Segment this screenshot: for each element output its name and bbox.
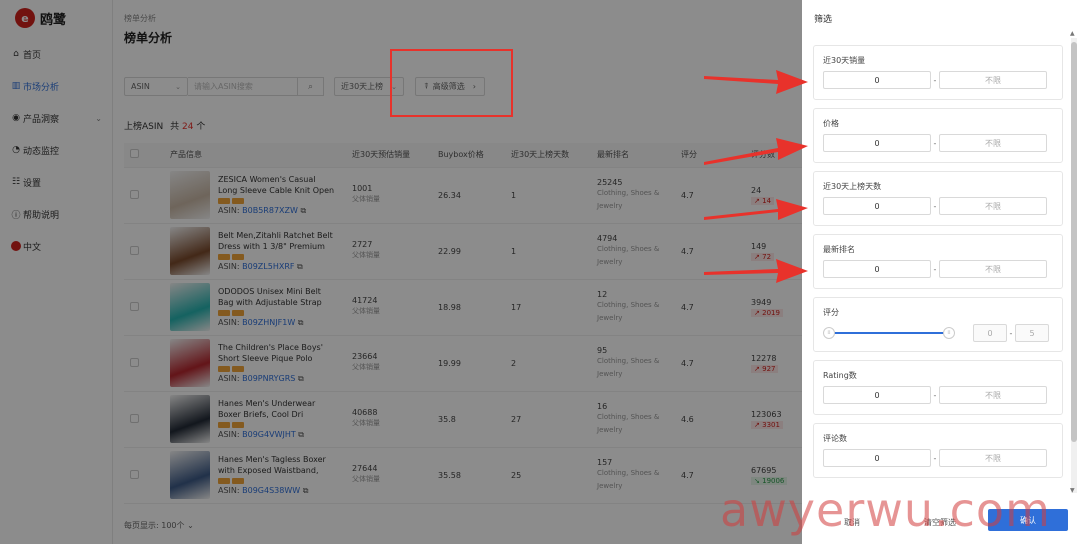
range-min-input[interactable]: 0	[823, 197, 931, 215]
filter-section: 最新排名 0 - 不限	[813, 234, 1063, 289]
range-separator: -	[1009, 328, 1013, 338]
scroll-up-icon[interactable]: ▲	[1070, 30, 1075, 37]
slider-max-handle[interactable]: ⁞⁞	[943, 327, 955, 339]
range-separator: -	[933, 453, 937, 463]
filter-sections: 近30天销量 0 - 不限 价格 0 - 不限 近30天上榜天数 0 - 不限 …	[813, 45, 1063, 486]
range-max-input[interactable]: 不限	[939, 449, 1047, 467]
filter-section: 价格 0 - 不限	[813, 108, 1063, 163]
filter-drawer: 筛选 近30天销量 0 - 不限 价格 0 - 不限 近30天上榜天数 0 - …	[802, 0, 1080, 544]
annotation-arrow-4	[704, 259, 808, 283]
range-min-input[interactable]: 0	[823, 134, 931, 152]
filter-section: 近30天上榜天数 0 - 不限	[813, 171, 1063, 226]
range-separator: -	[933, 264, 937, 274]
range-min-input[interactable]: 0	[823, 260, 931, 278]
range-max-input[interactable]: 不限	[939, 134, 1047, 152]
drawer-title: 筛选	[814, 15, 833, 25]
filter-section-label: 价格	[823, 119, 839, 128]
filter-section-label: 近30天销量	[823, 56, 866, 65]
range-separator: -	[933, 138, 937, 148]
annotation-arrow-1	[704, 70, 808, 94]
filter-section-label: 最新排名	[823, 245, 855, 254]
slider-min-handle[interactable]: ⁞⁞	[823, 327, 835, 339]
annotation-arrow-3	[704, 199, 808, 220]
filter-section-label: 评分	[823, 308, 839, 317]
range-max-input[interactable]: 不限	[939, 260, 1047, 278]
filter-section: Rating数 0 - 不限	[813, 360, 1063, 415]
drawer-scroll-thumb[interactable]	[1071, 42, 1077, 442]
range-min-input[interactable]: 0	[823, 449, 931, 467]
rating-slider[interactable]: ⁞⁞ ⁞⁞	[823, 327, 955, 339]
range-separator: -	[933, 201, 937, 211]
range-max-input[interactable]: 不限	[939, 386, 1047, 404]
range-max-input[interactable]: 不限	[939, 71, 1047, 89]
annotation-highlight-box	[390, 49, 513, 117]
rating-max-input[interactable]: 5	[1015, 324, 1049, 342]
filter-section: 评论数 0 - 不限	[813, 423, 1063, 478]
filter-section-label: Rating数	[823, 371, 857, 380]
annotation-arrow-2	[704, 138, 808, 165]
scroll-down-icon[interactable]: ▼	[1070, 487, 1075, 494]
annotation-arrows	[704, 70, 808, 283]
range-min-input[interactable]: 0	[823, 386, 931, 404]
filter-section: 评分 ⁞⁞ ⁞⁞ 0 - 5	[813, 297, 1063, 352]
watermark: awyerwu.com	[720, 483, 1051, 537]
filter-section: 近30天销量 0 - 不限	[813, 45, 1063, 100]
slider-track	[827, 332, 951, 334]
range-min-input[interactable]: 0	[823, 71, 931, 89]
filter-section-label: 评论数	[823, 434, 847, 443]
range-separator: -	[933, 390, 937, 400]
range-separator: -	[933, 75, 937, 85]
range-max-input[interactable]: 不限	[939, 197, 1047, 215]
filter-section-label: 近30天上榜天数	[823, 182, 882, 191]
rating-min-input[interactable]: 0	[973, 324, 1007, 342]
